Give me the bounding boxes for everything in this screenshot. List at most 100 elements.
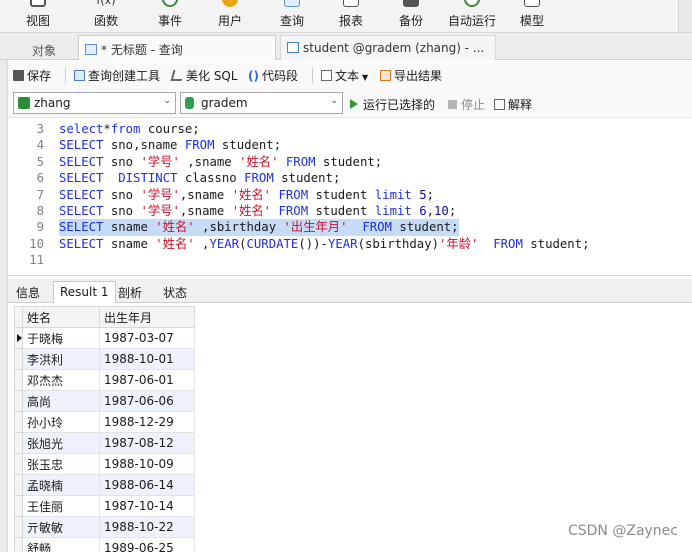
sql-editor[interactable]: 3 select*from course; 4 SELECT sno,sname FR… (8, 119, 692, 276)
cell-birthday[interactable]: 1988-10-01 (99, 348, 195, 370)
toolbar-model-button[interactable]: 模型 (510, 0, 554, 32)
row-header[interactable] (14, 516, 23, 538)
cell-name[interactable]: 舒畅 (22, 537, 100, 552)
tab-result-1[interactable]: Result 1 (53, 281, 116, 304)
line-number: 3 (36, 122, 44, 136)
tab-untitled-query[interactable]: * 无标题 - 查询 (78, 35, 276, 60)
code-text: SELECT sno '学号' ,sname '姓名' FROM student… (59, 154, 382, 170)
cell-birthday[interactable]: 1989-06-25 (99, 537, 195, 552)
cell-name[interactable]: 王佳丽 (22, 495, 100, 517)
row-header[interactable] (14, 495, 23, 517)
table-row[interactable]: 孙小玲 1988-12-29 (14, 411, 195, 433)
database-select[interactable]: gradem ⌄ (180, 92, 343, 114)
toolbar-query-button[interactable]: 查询 (270, 0, 314, 32)
text-mode-dropdown[interactable]: 文本 ▼ (321, 67, 368, 84)
cell-name[interactable]: 张玉忠 (22, 453, 100, 475)
sql-number: 5 (419, 187, 427, 202)
cell-name[interactable]: 孙小玲 (22, 411, 100, 433)
cell-birthday[interactable]: 1988-10-22 (99, 516, 195, 538)
table-row[interactable]: 亓敏敏 1988-10-22 (14, 516, 195, 538)
cell-name[interactable]: 亓敏敏 (22, 516, 100, 538)
table-row[interactable]: 张旭光 1987-08-12 (14, 432, 195, 454)
code-line[interactable]: 3 select*from course; (8, 121, 692, 137)
table-row[interactable]: 王佳丽 1987-10-14 (14, 495, 195, 517)
code-line[interactable]: 6 SELECT DISTINCT classno FROM student; (8, 170, 692, 186)
cell-name[interactable]: 张旭光 (22, 432, 100, 454)
code-line[interactable]: 7 SELECT sno '学号',sname '姓名' FROM student… (8, 187, 692, 203)
tab-profile[interactable]: 剖析 (112, 281, 148, 303)
table-row[interactable]: 高尚 1987-06-06 (14, 390, 195, 412)
row-header[interactable] (14, 432, 23, 454)
explain-button[interactable]: 解释 (494, 96, 532, 113)
row-header[interactable] (14, 411, 23, 433)
cell-name[interactable]: 李洪利 (22, 348, 100, 370)
cell-birthday[interactable]: 1988-10-09 (99, 453, 195, 475)
table-row[interactable]: 孟晓楠 1988-06-14 (14, 474, 195, 496)
navigation-pane-edge[interactable] (0, 33, 8, 552)
stop-icon (448, 100, 457, 109)
row-header[interactable] (14, 348, 23, 370)
toolbar-backup-button[interactable]: 备份 (389, 0, 433, 32)
table-row[interactable]: 邓杰杰 1987-06-01 (14, 369, 195, 391)
toolbar-event-button[interactable]: 事件 (148, 0, 192, 32)
save-icon (13, 70, 24, 81)
column-header-birthday[interactable]: 出生年月 (99, 306, 195, 328)
column-header-name[interactable]: 姓名 (22, 306, 100, 328)
sql-text: , (194, 236, 210, 251)
cell-birthday[interactable]: 1988-12-29 (99, 411, 195, 433)
sql-text: ,sname (179, 204, 232, 218)
code-snippet-button[interactable]: () 代码段 (248, 67, 298, 84)
code-line[interactable]: 4 SELECT sno,sname FROM student; (8, 137, 692, 153)
cell-birthday[interactable]: 1987-08-12 (99, 432, 195, 454)
row-header[interactable] (14, 537, 23, 552)
cell-birthday[interactable]: 1987-03-07 (99, 327, 195, 349)
toolbar-view-button[interactable]: 视图 (20, 0, 56, 32)
sql-keyword: FROM (285, 154, 316, 169)
code-line[interactable]: 11 (8, 252, 692, 268)
cell-name[interactable]: 孟晓楠 (22, 474, 100, 496)
code-line[interactable]: 10 SELECT sname '姓名' ,YEAR(CURDATE())-YEA… (8, 236, 692, 252)
cell-birthday[interactable]: 1987-06-06 (99, 390, 195, 412)
cell-birthday[interactable]: 1987-06-01 (99, 369, 195, 391)
toolbar-autorun-button[interactable]: 自动运行 (442, 0, 502, 32)
query-builder-button[interactable]: 查询创建工具 (74, 67, 160, 84)
code-line[interactable]: 5 SELECT sno '学号' ,sname '姓名' FROM studen… (8, 154, 692, 170)
stop-button[interactable]: 停止 (448, 96, 485, 113)
table-row[interactable]: 张玉忠 1988-10-09 (14, 453, 195, 475)
connection-select[interactable]: zhang ⌄ (13, 92, 176, 114)
table-row[interactable]: 舒畅 1989-06-25 (14, 537, 195, 552)
tab-info[interactable]: 信息 (10, 281, 46, 303)
beautify-sql-button[interactable]: 美化 SQL (170, 67, 238, 84)
code-line[interactable]: 8 SELECT sno '学号',sname '姓名' FROM student… (8, 203, 692, 219)
code-line[interactable]: 9 SELECT sname '姓名' ,sbirthday '出生年月' FRO… (8, 219, 692, 236)
query-builder-icon (74, 70, 85, 81)
row-header[interactable] (14, 474, 23, 496)
save-button[interactable]: 保存 (13, 67, 51, 84)
toolbar-report-button[interactable]: 报表 (329, 0, 373, 32)
cell-birthday[interactable]: 1987-10-14 (99, 495, 195, 517)
chevron-down-icon: ⌄ (330, 96, 338, 106)
table-row[interactable]: 于晓梅 1987-03-07 (14, 327, 195, 349)
cell-name[interactable]: 高尚 (22, 390, 100, 412)
tab-objects[interactable]: 对象 (26, 37, 62, 62)
database-icon (185, 97, 194, 109)
cell-name[interactable]: 于晓梅 (22, 327, 100, 349)
tab-student-table[interactable]: student @gradem (zhang) - ... (280, 35, 496, 60)
sql-text: sname (103, 220, 156, 235)
export-results-button[interactable]: 导出结果 (380, 67, 442, 84)
row-header[interactable] (14, 453, 23, 475)
tab-status[interactable]: 状态 (157, 281, 193, 303)
toolbar-scrollbar[interactable] (678, 0, 692, 32)
row-header[interactable] (14, 327, 23, 349)
cell-name[interactable]: 邓杰杰 (22, 369, 100, 391)
row-header[interactable] (14, 390, 23, 412)
cell-birthday[interactable]: 1988-06-14 (99, 474, 195, 496)
toolbar-function-button[interactable]: f(x) 函数 (86, 0, 126, 32)
run-selected-button[interactable]: 运行已选择的 (350, 96, 435, 113)
line-number: 9 (36, 220, 44, 235)
table-row[interactable]: 李洪利 1988-10-01 (14, 348, 195, 370)
code-text: SELECT DISTINCT classno FROM student; (59, 170, 340, 186)
toolbar-user-button[interactable]: 用户 (208, 0, 252, 32)
row-header[interactable] (14, 369, 23, 391)
